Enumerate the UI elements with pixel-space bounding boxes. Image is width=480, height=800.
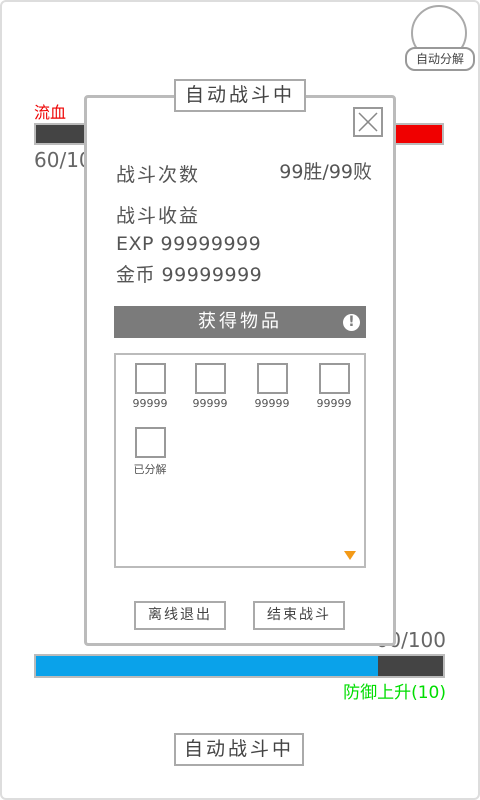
auto-decompose-button[interactable]: 自动分解: [405, 47, 475, 71]
enemy-status-label: 流血: [34, 103, 67, 122]
items-list[interactable]: 99999 99999 99999 99999 已分解: [114, 353, 366, 568]
item-slot[interactable]: 99999: [302, 363, 366, 410]
player-hp-fill: [36, 656, 378, 676]
item-icon: [194, 363, 226, 394]
item-slot[interactable]: 99999: [178, 363, 242, 410]
player-hp-bar: [34, 654, 445, 678]
battle-count-label: 战斗次数: [116, 164, 201, 186]
item-icon: [256, 363, 288, 394]
scroll-down-arrow-icon[interactable]: [344, 551, 356, 560]
item-icon: [318, 363, 350, 394]
items-header: 获得物品 !: [114, 306, 366, 338]
item-slot[interactable]: 已分解: [118, 427, 182, 477]
dialog-title: 自动战斗中: [174, 79, 306, 112]
item-quantity: 99999: [254, 397, 290, 410]
battle-record-value: 99胜/99败: [279, 161, 372, 183]
item-quantity: 99999: [132, 397, 168, 410]
item-status: 已分解: [133, 463, 167, 476]
close-icon: [358, 112, 378, 132]
earnings-label: 战斗收益: [116, 205, 201, 227]
enemy-hp-fill: [394, 125, 442, 143]
offline-exit-button[interactable]: 离线退出: [134, 601, 226, 630]
item-slot[interactable]: 99999: [118, 363, 182, 410]
close-button[interactable]: [353, 107, 383, 137]
item-quantity: 99999: [316, 397, 352, 410]
gold-value: 金币 99999999: [116, 264, 263, 286]
enemy-hp-text: 60/10: [34, 148, 92, 172]
player-status-label: 防御上升(10): [343, 683, 446, 703]
exp-value: EXP 99999999: [116, 233, 262, 255]
item-slot[interactable]: 99999: [240, 363, 304, 410]
auto-battle-button[interactable]: 自动战斗中: [174, 733, 304, 766]
end-battle-button[interactable]: 结束战斗: [253, 601, 345, 630]
item-quantity: 99999: [192, 397, 228, 410]
items-header-label: 获得物品: [198, 311, 282, 332]
info-icon[interactable]: !: [343, 314, 360, 331]
item-icon: [134, 363, 166, 394]
item-icon: [134, 427, 166, 458]
